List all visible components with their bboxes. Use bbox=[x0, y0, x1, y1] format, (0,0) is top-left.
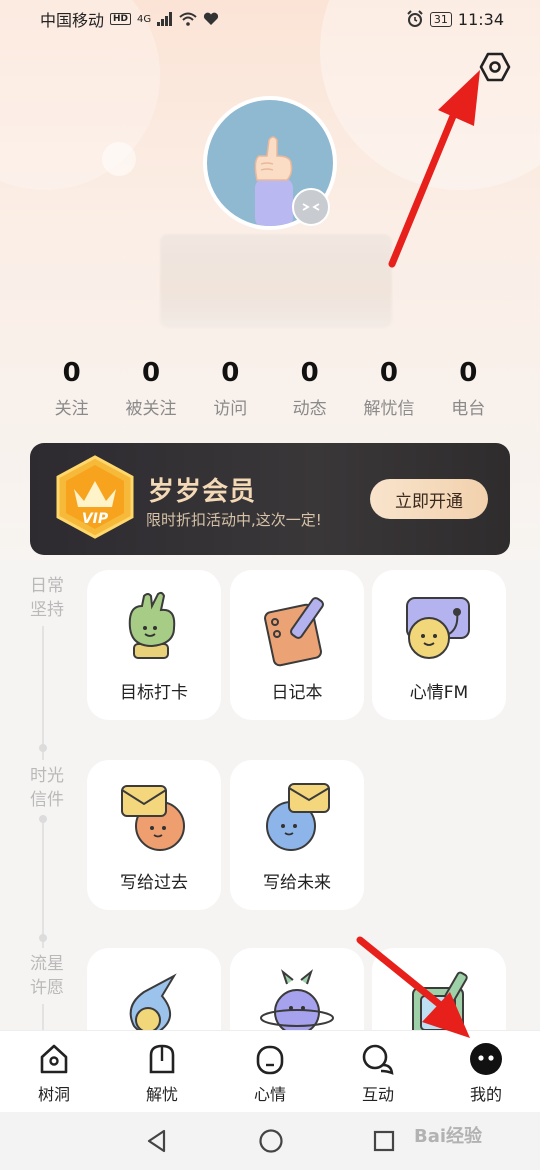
nav-label: 解忧 bbox=[145, 1085, 178, 1104]
section-label-daily: 日常坚持 bbox=[26, 570, 68, 626]
vip-crown-icon: VIP bbox=[56, 455, 134, 539]
sleepy-face-icon bbox=[302, 203, 320, 211]
profile-stats: 0 关注 0 被关注 0 访问 0 动态 0 解忧信 0 电台 bbox=[32, 356, 508, 426]
stat-label: 解忧信 bbox=[363, 399, 415, 419]
card-label: 日记本 bbox=[271, 683, 323, 703]
vip-title: 岁岁会员 bbox=[148, 477, 257, 507]
card-label: 目标打卡 bbox=[120, 683, 188, 703]
stat-value: 0 bbox=[459, 358, 478, 388]
status-bar: 中国移动 HD 4G 31 11:34 bbox=[0, 0, 540, 38]
stat-label: 访问 bbox=[213, 399, 248, 419]
nav-interact[interactable]: 互动 bbox=[338, 1041, 418, 1105]
tree-hole-icon bbox=[36, 1041, 72, 1077]
chat-icon bbox=[360, 1041, 396, 1077]
letter-past-icon bbox=[121, 785, 185, 851]
stat-value: 0 bbox=[300, 358, 319, 388]
network-label: 4G bbox=[137, 13, 152, 25]
carrier-label: 中国移动 bbox=[40, 11, 105, 30]
card-mood-fm[interactable]: 心情FM bbox=[372, 570, 506, 720]
stat-value: 0 bbox=[62, 358, 81, 388]
nav-label: 互动 bbox=[361, 1085, 394, 1104]
card-goal-checkin[interactable]: 目标打卡 bbox=[87, 570, 221, 720]
stat-visits[interactable]: 0 访问 bbox=[191, 356, 270, 426]
bottom-navigation: 树洞 解忧 心情 互动 我的 bbox=[0, 1030, 540, 1112]
stat-value: 0 bbox=[141, 358, 161, 388]
timeline-dot bbox=[39, 815, 47, 823]
timeline-dot bbox=[39, 934, 47, 942]
card-label: 写给未来 bbox=[263, 873, 331, 893]
stat-label: 电台 bbox=[451, 399, 486, 419]
settings-button[interactable] bbox=[478, 50, 512, 84]
battery-icon: 31 bbox=[429, 11, 452, 27]
stat-radio[interactable]: 0 电台 bbox=[429, 356, 508, 426]
nav-mine[interactable]: 我的 bbox=[446, 1041, 526, 1105]
nav-tree-hole[interactable]: 树洞 bbox=[14, 1041, 94, 1105]
card-write-past[interactable]: 写给过去 bbox=[87, 760, 221, 910]
section-label-letters: 时光信件 bbox=[26, 760, 68, 816]
stat-value: 0 bbox=[221, 358, 240, 388]
username-blurred bbox=[160, 234, 392, 328]
vip-open-button[interactable]: 立即开通 bbox=[370, 479, 488, 519]
stat-label: 动态 bbox=[292, 399, 327, 419]
vip-subtitle: 限时折扣活动中,这次一定! bbox=[146, 511, 322, 529]
signal-icon bbox=[157, 12, 173, 26]
avatar-edit-badge[interactable] bbox=[292, 188, 330, 226]
card-diary[interactable]: 日记本 bbox=[230, 570, 364, 720]
nav-mood[interactable]: 心情 bbox=[230, 1041, 310, 1105]
section-label-wish: 流星许愿 bbox=[26, 948, 68, 1004]
stat-posts[interactable]: 0 动态 bbox=[270, 356, 349, 426]
mood-icon bbox=[252, 1041, 288, 1077]
settings-hexagon-icon bbox=[479, 52, 511, 82]
stat-letters[interactable]: 0 解忧信 bbox=[349, 356, 428, 426]
stat-following[interactable]: 0 关注 bbox=[32, 356, 111, 426]
clock: 11:34 bbox=[457, 9, 504, 29]
card-label: 心情FM bbox=[409, 683, 469, 703]
wifi-icon bbox=[179, 12, 197, 26]
radio-icon bbox=[406, 597, 470, 659]
recents-square-icon[interactable] bbox=[372, 1129, 396, 1153]
nav-label: 我的 bbox=[469, 1085, 502, 1104]
nav-label: 树洞 bbox=[37, 1085, 70, 1104]
timeline-dot bbox=[39, 744, 47, 752]
stat-label: 关注 bbox=[54, 399, 89, 419]
glove-icon bbox=[128, 591, 176, 659]
nav-relief[interactable]: 解忧 bbox=[122, 1041, 202, 1105]
alarm-icon bbox=[407, 10, 423, 27]
mailbox-icon bbox=[144, 1041, 180, 1077]
card-label: 写给过去 bbox=[120, 873, 188, 893]
home-circle-icon[interactable] bbox=[258, 1128, 284, 1154]
back-triangle-icon[interactable] bbox=[144, 1128, 170, 1154]
watermark: Bai经验 bbox=[414, 1126, 483, 1147]
card-write-future[interactable]: 写给未来 bbox=[230, 760, 364, 910]
stat-label: 被关注 bbox=[125, 399, 177, 419]
vip-badge-text: VIP bbox=[82, 511, 109, 527]
nav-label: 心情 bbox=[253, 1085, 286, 1104]
notebook-icon bbox=[264, 597, 324, 667]
stat-followers[interactable]: 0 被关注 bbox=[111, 356, 190, 426]
health-heart-icon bbox=[204, 12, 219, 25]
hd-icon: HD bbox=[110, 13, 132, 25]
letter-future-icon bbox=[266, 783, 330, 851]
vip-banner[interactable]: VIP 岁岁会员 限时折扣活动中,这次一定! 立即开通 bbox=[30, 443, 510, 555]
profile-face-icon bbox=[468, 1041, 504, 1077]
stat-value: 0 bbox=[379, 358, 399, 388]
